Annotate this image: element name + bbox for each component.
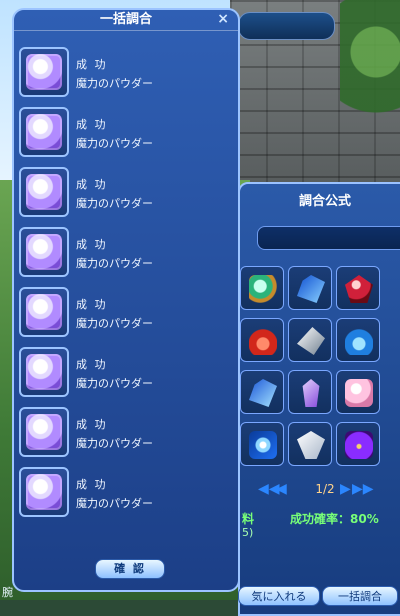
magic-powder-icon (26, 54, 62, 90)
result-item: 魔力のパウダー (76, 437, 153, 450)
blue-crystal-icon (249, 379, 277, 407)
result-item: 魔力のパウダー (76, 497, 153, 510)
grid-cell[interactable] (240, 318, 284, 362)
grid-cell[interactable] (288, 318, 332, 362)
item-icon-frame (19, 287, 69, 337)
bulk-craft-panel: 一括調合 × 成 功 魔力のパウダー 成 功 魔力のパウダー 成 功 魔力のパウ… (12, 8, 240, 592)
grid-cell[interactable] (240, 266, 284, 310)
result-row: 成 功 魔力のパウダー (19, 47, 239, 103)
result-status: 成 功 (76, 358, 108, 371)
result-item: 魔力のパウダー (76, 257, 153, 270)
result-status: 成 功 (76, 58, 108, 71)
grid-cell[interactable] (336, 370, 380, 414)
result-status: 成 功 (76, 238, 108, 251)
item-icon-frame (19, 47, 69, 97)
result-item: 魔力のパウダー (76, 317, 153, 330)
favorite-button[interactable]: 気に入れる (238, 586, 320, 606)
blue-potion-icon (345, 327, 373, 355)
formula-pager: ◀◀ ◀ 1/2 ▶ ▶▶ (240, 480, 400, 500)
ingredients-sub: 5) (242, 526, 254, 539)
top-pill (238, 12, 335, 40)
last-page-icon[interactable]: ▶▶ (352, 481, 374, 497)
ingredients-label: 料 (242, 512, 255, 526)
formula-grid (240, 266, 400, 472)
result-row: 成 功 魔力のパウダー (19, 347, 239, 403)
purple-crystal-icon (302, 379, 320, 407)
bottom-left-text: 腕 (2, 586, 13, 599)
item-icon-frame (19, 167, 69, 217)
result-row: 成 功 魔力のパウダー (19, 407, 239, 463)
grid-cell[interactable] (288, 422, 332, 466)
result-status: 成 功 (76, 298, 108, 311)
result-status: 成 功 (76, 118, 108, 131)
magic-powder-icon (26, 234, 62, 270)
pink-stone-icon (345, 379, 373, 407)
red-gem-icon (345, 275, 373, 303)
item-icon-frame (19, 467, 69, 517)
red-potion-icon (249, 327, 277, 355)
item-icon-frame (19, 227, 69, 277)
grid-cell[interactable] (336, 422, 380, 466)
result-status: 成 功 (76, 418, 108, 431)
formula-title: 調合公式 (298, 194, 351, 209)
result-status: 成 功 (76, 478, 108, 491)
grid-cell[interactable] (288, 370, 332, 414)
result-item: 魔力のパウダー (76, 137, 153, 150)
next-page-icon[interactable]: ▶ (340, 481, 351, 497)
bulk-craft-button[interactable]: 一括調合 (322, 586, 398, 606)
magic-powder-icon (26, 174, 62, 210)
grid-cell[interactable] (336, 318, 380, 362)
grid-cell[interactable] (240, 370, 284, 414)
result-row: 成 功 魔力のパウダー (19, 227, 239, 283)
magic-powder-icon (26, 294, 62, 330)
grid-cell[interactable] (288, 266, 332, 310)
silver-shard-icon (297, 327, 325, 355)
blue-crystal-icon (297, 275, 325, 303)
prev-page-icon[interactable]: ◀ (276, 481, 287, 497)
tree (340, 0, 400, 130)
result-row: 成 功 魔力のパウダー (19, 107, 239, 163)
close-icon[interactable]: × (217, 11, 229, 27)
formula-search-box[interactable] (257, 226, 400, 250)
result-item: 魔力のパウダー (76, 197, 153, 210)
result-row: 成 功 魔力のパウダー (19, 287, 239, 343)
result-item: 魔力のパウダー (76, 77, 153, 90)
result-row: 成 功 魔力のパウダー (19, 167, 239, 223)
magic-powder-icon (26, 414, 62, 450)
magic-powder-icon (26, 474, 62, 510)
emerald-ring-icon (249, 275, 277, 303)
result-row: 成 功 魔力のパウダー (19, 467, 239, 523)
grid-cell[interactable] (240, 422, 284, 466)
item-icon-frame (19, 347, 69, 397)
item-icon-frame (19, 407, 69, 457)
bulk-panel-title: 一括調合 (14, 10, 238, 31)
sparkle-star-icon (249, 431, 277, 459)
magic-powder-icon (26, 354, 62, 390)
result-item: 魔力のパウダー (76, 377, 153, 390)
item-icon-frame (19, 107, 69, 157)
clear-crystal-icon (297, 431, 325, 459)
magic-powder-icon (26, 114, 62, 150)
confirm-button[interactable]: 確 認 (95, 559, 165, 579)
formula-panel: 調合公式 ◀◀ ◀ 1/2 ▶ ▶▶ 料 5) 成功確率：80% (238, 182, 400, 616)
result-status: 成 功 (76, 178, 108, 191)
purple-potion-icon (345, 431, 373, 459)
grid-cell[interactable] (336, 266, 380, 310)
success-rate: 成功確率：80% (290, 512, 379, 526)
